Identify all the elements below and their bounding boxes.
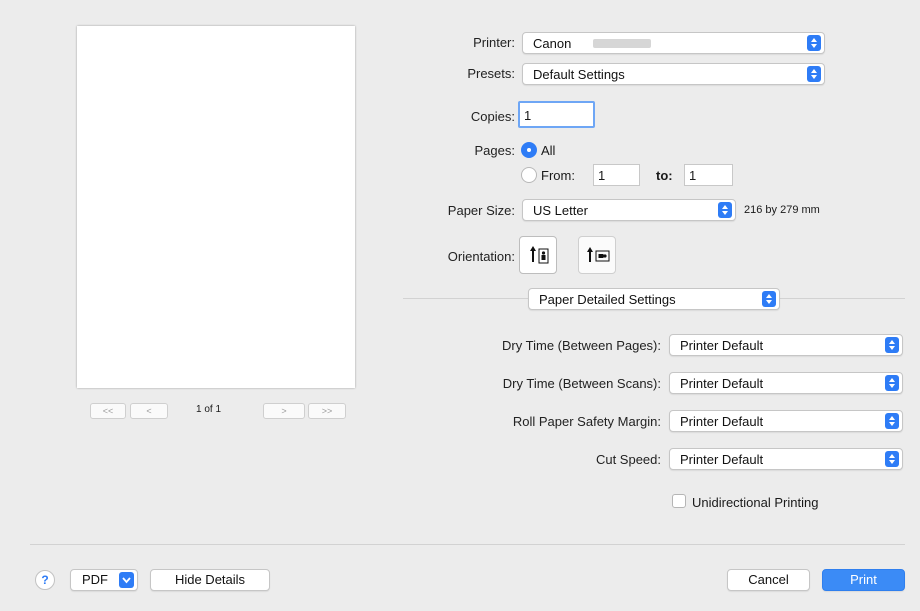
pages-from-label: From: — [541, 168, 575, 183]
copies-input[interactable]: 1 — [518, 101, 595, 128]
print-button[interactable]: Print — [822, 569, 905, 591]
chevron-updown-icon — [885, 413, 899, 429]
section-select-value: Paper Detailed Settings — [539, 292, 676, 307]
dry-time-scans-value: Printer Default — [680, 376, 764, 391]
copies-label: Copies: — [470, 109, 515, 124]
chevron-updown-icon — [885, 337, 899, 353]
portrait-orientation-button[interactable] — [519, 236, 557, 274]
roll-paper-margin-select[interactable]: Printer Default — [669, 410, 903, 432]
portrait-icon — [529, 245, 549, 268]
cancel-button[interactable]: Cancel — [727, 569, 810, 591]
chevron-down-icon — [119, 572, 134, 588]
dry-time-pages-value: Printer Default — [680, 338, 764, 353]
pages-all-radio[interactable] — [521, 142, 537, 158]
paper-size-value: US Letter — [533, 203, 588, 218]
chevron-updown-icon — [885, 375, 899, 391]
chevron-updown-icon — [807, 35, 821, 51]
section-select[interactable]: Paper Detailed Settings — [528, 288, 780, 310]
printer-select-value: Canon — [533, 36, 572, 51]
pages-to-value: 1 — [689, 168, 697, 183]
pages-to-label: to: — [656, 168, 673, 183]
presets-label: Presets: — [467, 66, 515, 81]
paper-size-dimensions: 216 by 279 mm — [744, 204, 820, 216]
pages-from-value: 1 — [598, 168, 606, 183]
paper-size-select[interactable]: US Letter — [522, 199, 736, 221]
pages-all-label: All — [541, 143, 556, 158]
print-preview-page — [77, 26, 355, 388]
dry-time-scans-label: Dry Time (Between Scans): — [502, 376, 661, 391]
chevron-updown-icon — [762, 291, 776, 307]
chevron-updown-icon — [718, 202, 732, 218]
landscape-orientation-button[interactable] — [578, 236, 616, 274]
first-page-button[interactable]: << — [90, 403, 126, 419]
pages-to-input[interactable]: 1 — [684, 164, 733, 186]
pages-label: Pages: — [474, 143, 515, 158]
roll-paper-margin-value: Printer Default — [680, 414, 764, 429]
cut-speed-label: Cut Speed: — [595, 452, 661, 467]
unidirectional-label: Unidirectional Printing — [692, 495, 819, 510]
pages-range-radio[interactable] — [521, 167, 537, 183]
chevron-updown-icon — [807, 66, 821, 82]
orientation-label: Orientation: — [447, 249, 515, 264]
dry-time-pages-label: Dry Time (Between Pages): — [502, 338, 661, 353]
cut-speed-value: Printer Default — [680, 452, 764, 467]
help-button[interactable]: ? — [35, 570, 55, 590]
printer-label: Printer: — [473, 35, 515, 50]
dry-time-scans-select[interactable]: Printer Default — [669, 372, 903, 394]
previous-page-button[interactable]: < — [130, 403, 168, 419]
footer-divider — [30, 544, 905, 545]
presets-select[interactable]: Default Settings — [522, 63, 825, 85]
unidirectional-checkbox[interactable] — [672, 494, 686, 508]
printer-select[interactable]: Canon — [522, 32, 825, 54]
pdf-label: PDF — [82, 572, 108, 587]
roll-paper-margin-label: Roll Paper Safety Margin: — [512, 414, 661, 429]
pages-from-input[interactable]: 1 — [593, 164, 640, 186]
landscape-icon — [586, 246, 610, 267]
copies-input-value: 1 — [524, 108, 532, 123]
presets-select-value: Default Settings — [533, 67, 625, 82]
page-indicator: 1 of 1 — [196, 404, 222, 415]
hide-details-button[interactable]: Hide Details — [150, 569, 270, 591]
dry-time-pages-select[interactable]: Printer Default — [669, 334, 903, 356]
last-page-button[interactable]: >> — [308, 403, 346, 419]
cut-speed-select[interactable]: Printer Default — [669, 448, 903, 470]
paper-size-label: Paper Size: — [447, 203, 515, 218]
chevron-updown-icon — [885, 451, 899, 467]
printer-model-redacted — [593, 39, 651, 48]
pdf-menu-button[interactable]: PDF — [70, 569, 138, 591]
next-page-button[interactable]: > — [263, 403, 305, 419]
